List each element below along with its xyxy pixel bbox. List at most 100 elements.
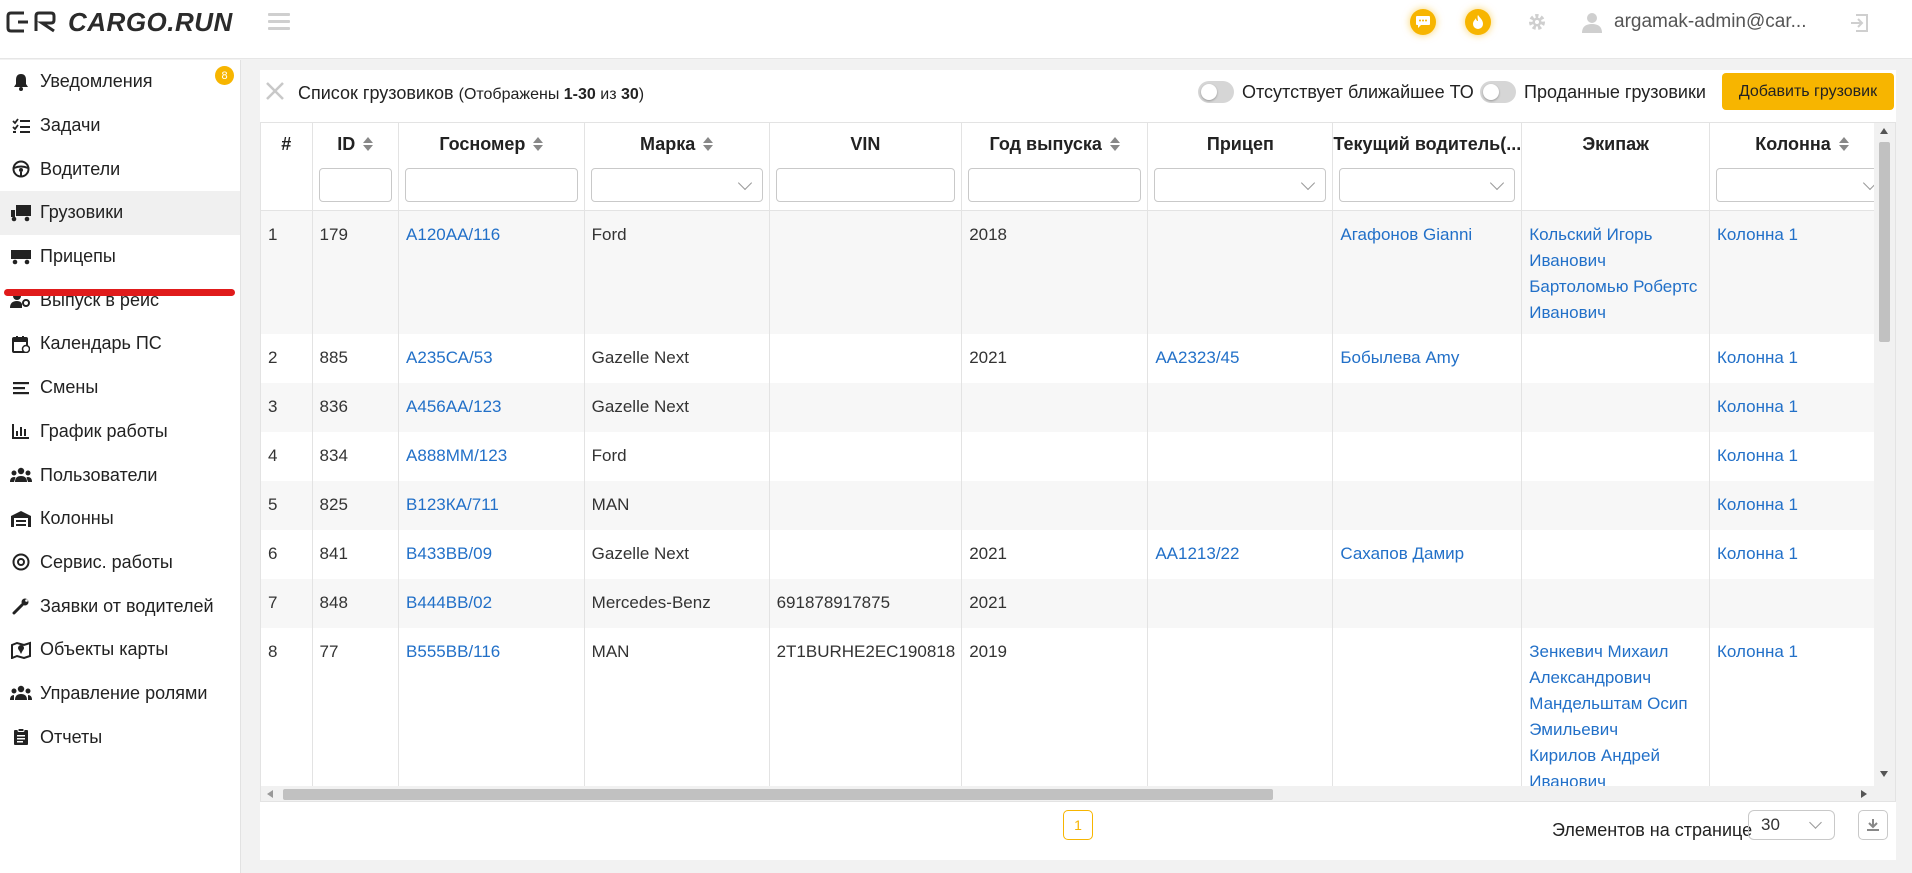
plate-link[interactable]: В444ВВ/02 bbox=[406, 593, 492, 612]
chat-icon[interactable] bbox=[1410, 9, 1436, 35]
horizontal-scrollbar[interactable] bbox=[261, 786, 1874, 801]
vertical-scroll-thumb[interactable] bbox=[1879, 142, 1890, 342]
sort-icon[interactable] bbox=[363, 137, 374, 151]
filter-brand-select[interactable] bbox=[590, 168, 763, 202]
download-icon[interactable] bbox=[1858, 810, 1888, 840]
col-header-plate[interactable]: Госномер bbox=[398, 123, 585, 211]
filter-vin-input[interactable] bbox=[775, 168, 956, 202]
cell-trailer-link: АА2323/45 bbox=[1147, 334, 1334, 383]
column-link[interactable]: Колонна 1 bbox=[1717, 348, 1798, 367]
scroll-right-icon[interactable] bbox=[1861, 790, 1867, 798]
sidebar-item-trailers[interactable]: Прицепы bbox=[0, 235, 240, 279]
map-icon bbox=[10, 640, 32, 660]
plate-link[interactable]: А456АА/123 bbox=[406, 397, 501, 416]
sidebar-item-shifts[interactable]: Смены bbox=[0, 366, 240, 410]
sidebar-item-map-objects[interactable]: Объекты карты bbox=[0, 628, 240, 672]
cell-plate-link: А120АА/116 bbox=[398, 210, 585, 334]
sidebar-item-calendar[interactable]: Календарь ПС bbox=[0, 322, 240, 366]
truck-id: 77 bbox=[319, 642, 339, 661]
menu-toggle-icon[interactable] bbox=[268, 13, 290, 31]
sidebar-item-schedule[interactable]: График работы bbox=[0, 410, 240, 454]
toggle-sold-trucks[interactable]: Проданные грузовики bbox=[1480, 81, 1706, 103]
user-menu[interactable]: argamak-admin@car... bbox=[1580, 10, 1806, 34]
fire-icon[interactable] bbox=[1465, 9, 1491, 35]
sort-icon[interactable] bbox=[533, 137, 544, 151]
scroll-up-icon[interactable] bbox=[1880, 128, 1888, 134]
cell-brand-cell: Gazelle Next bbox=[584, 530, 770, 579]
crew-member-line[interactable]: Иванович bbox=[1529, 248, 1703, 274]
driver-link[interactable]: Агафонов Gianni bbox=[1340, 225, 1472, 244]
vertical-scrollbar[interactable] bbox=[1874, 123, 1895, 801]
cell-brand-cell: MAN bbox=[584, 481, 770, 530]
sidebar-item-notifications[interactable]: Уведомления 8 bbox=[0, 60, 240, 104]
toggle-no-maintenance[interactable]: Отсутствует ближайшее ТО bbox=[1198, 81, 1474, 103]
plate-link[interactable]: А235СА/53 bbox=[406, 348, 493, 367]
filter-plate-input[interactable] bbox=[405, 168, 578, 202]
column-link[interactable]: Колонна 1 bbox=[1717, 397, 1798, 416]
plate-link[interactable]: В123КА/711 bbox=[406, 495, 499, 514]
crew-member-line[interactable]: Кольский Игорь bbox=[1529, 222, 1703, 248]
brand-logo[interactable]: CARGO.RUN bbox=[6, 6, 233, 38]
plate-link[interactable]: А888ММ/123 bbox=[406, 446, 507, 465]
brand-cell: Mercedes-Benz bbox=[591, 593, 711, 612]
toggle-switch[interactable] bbox=[1480, 81, 1516, 103]
close-icon[interactable] bbox=[264, 80, 286, 107]
driver-link[interactable]: Бобылева Amy bbox=[1340, 348, 1459, 367]
plate-link[interactable]: В433ВВ/09 bbox=[406, 544, 492, 563]
filter-column-select[interactable] bbox=[1716, 168, 1888, 202]
col-header-column[interactable]: Колонна bbox=[1709, 123, 1895, 211]
column-link[interactable]: Колонна 1 bbox=[1717, 544, 1798, 563]
sort-icon[interactable] bbox=[1109, 137, 1120, 151]
sidebar-item-tasks[interactable]: Задачи bbox=[0, 104, 240, 148]
users-icon bbox=[10, 465, 32, 485]
horizontal-scroll-thumb[interactable] bbox=[283, 789, 1273, 800]
sidebar-item-roles[interactable]: Управление ролями bbox=[0, 672, 240, 716]
sidebar-item-driver-requests[interactable]: Заявки от водителей bbox=[0, 584, 240, 628]
crew-member-line[interactable]: Бартоломью Робертс bbox=[1529, 274, 1703, 300]
column-link[interactable]: Колонна 1 bbox=[1717, 446, 1798, 465]
sidebar-item-trucks[interactable]: Грузовики bbox=[0, 191, 240, 235]
sort-icon[interactable] bbox=[703, 137, 714, 151]
col-header-year[interactable]: Год выпуска bbox=[961, 123, 1149, 211]
plate-link[interactable]: А120АА/116 bbox=[406, 225, 500, 244]
sidebar-item-service[interactable]: Сервис. работы bbox=[0, 541, 240, 585]
crew-member-line[interactable]: Зенкевич Михаил bbox=[1529, 639, 1703, 665]
scroll-left-icon[interactable] bbox=[267, 790, 273, 798]
crew-member-line[interactable]: Эмильевич bbox=[1529, 717, 1703, 743]
trailer-link[interactable]: АА2323/45 bbox=[1155, 348, 1239, 367]
cell-column-link: Колонна 1 bbox=[1709, 210, 1895, 334]
crew-member-line[interactable]: Мандельштам Осип bbox=[1529, 691, 1703, 717]
crew-member-line[interactable]: Иванович bbox=[1529, 300, 1703, 326]
cell-crew-cell bbox=[1521, 579, 1711, 628]
col-header-id[interactable]: ID bbox=[312, 123, 400, 211]
sidebar-item-dispatch[interactable]: Выпуск в рейс bbox=[0, 278, 240, 322]
col-header-brand[interactable]: Марка bbox=[584, 123, 770, 211]
column-link[interactable]: Колонна 1 bbox=[1717, 495, 1798, 514]
filter-year-input[interactable] bbox=[968, 168, 1142, 202]
crew-member-line[interactable]: Александрович bbox=[1529, 665, 1703, 691]
filter-id-input[interactable] bbox=[318, 168, 393, 202]
column-link[interactable]: Колонна 1 bbox=[1717, 642, 1798, 661]
sidebar-item-label: Грузовики bbox=[40, 202, 124, 223]
logout-icon[interactable] bbox=[1848, 12, 1870, 39]
add-truck-button[interactable]: Добавить грузовик bbox=[1722, 73, 1894, 110]
gear-icon[interactable] bbox=[1524, 9, 1550, 35]
top-header: CARGO.RUN argamak-admin@car... bbox=[0, 0, 1912, 59]
sidebar-item-reports[interactable]: Отчеты bbox=[0, 715, 240, 759]
scroll-down-icon[interactable] bbox=[1880, 771, 1888, 777]
per-page-select[interactable]: 30 bbox=[1748, 810, 1835, 840]
truck-id: 834 bbox=[319, 446, 348, 465]
sidebar-item-users[interactable]: Пользователи bbox=[0, 453, 240, 497]
page-button[interactable]: 1 bbox=[1063, 810, 1093, 840]
sidebar-item-columns[interactable]: Колонны bbox=[0, 497, 240, 541]
column-link[interactable]: Колонна 1 bbox=[1717, 225, 1798, 244]
filter-trailer-select[interactable] bbox=[1154, 168, 1327, 202]
plate-link[interactable]: В555ВВ/116 bbox=[406, 642, 500, 661]
crew-member-line[interactable]: Кирилов Андрей bbox=[1529, 743, 1703, 769]
driver-link[interactable]: Сахапов Дамир bbox=[1340, 544, 1464, 563]
sort-icon[interactable] bbox=[1838, 137, 1849, 151]
filter-driver-select[interactable] bbox=[1339, 168, 1516, 202]
toggle-switch[interactable] bbox=[1198, 81, 1234, 103]
trailer-link[interactable]: АА1213/22 bbox=[1155, 544, 1239, 563]
sidebar-item-drivers[interactable]: Водители bbox=[0, 147, 240, 191]
